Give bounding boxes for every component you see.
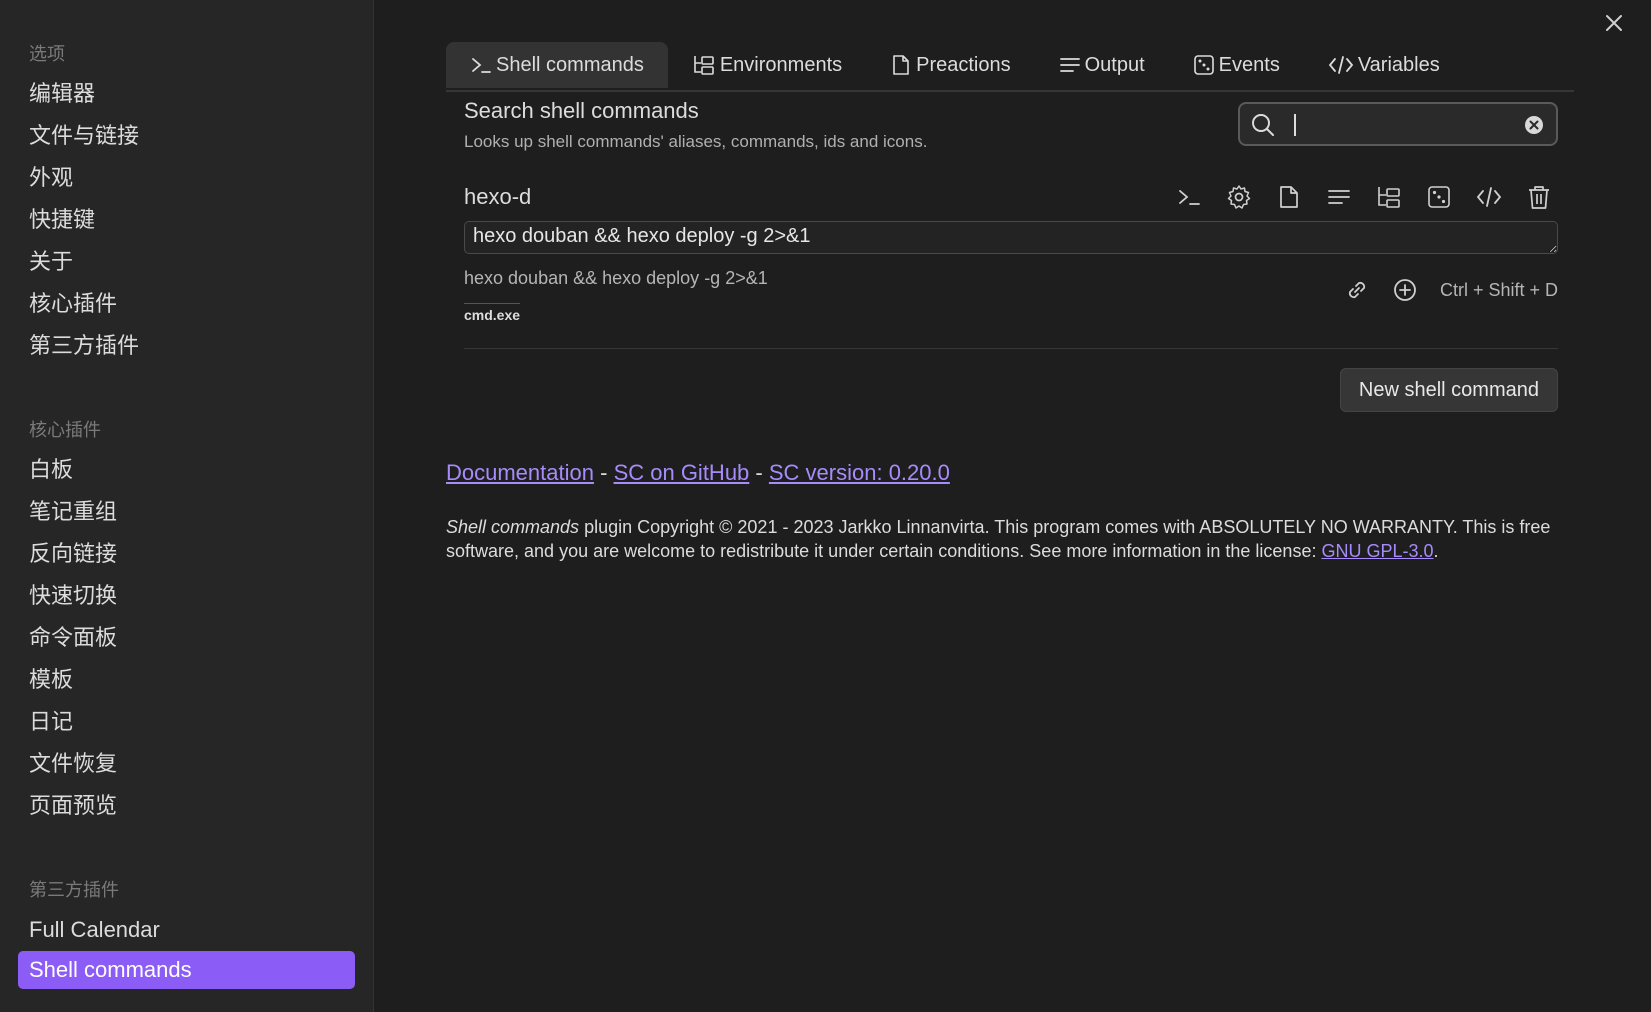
dice-icon <box>1193 55 1214 75</box>
terminal-icon <box>472 58 491 73</box>
sidebar-item-note-composer[interactable]: 笔记重组 <box>18 491 355 533</box>
shell-name: cmd.exe <box>464 303 521 323</box>
sidebar-heading-core-plugins: 核心插件 <box>29 420 101 440</box>
sidebar-item-appearance[interactable]: 外观 <box>18 157 355 199</box>
documentation-link[interactable]: Documentation <box>446 460 594 485</box>
copyright-notice: Shell commands plugin Copyright © 2021 -… <box>446 515 1566 563</box>
sidebar-heading-options: 选项 <box>29 44 65 64</box>
dice-icon[interactable] <box>1426 184 1452 210</box>
tab-label: Output <box>1084 53 1145 76</box>
plus-circle-icon[interactable] <box>1392 277 1418 303</box>
period: . <box>1433 541 1439 561</box>
file-icon[interactable] <box>1276 184 1302 210</box>
tab-environments[interactable]: Environments <box>668 42 866 88</box>
terminal-icon[interactable] <box>1176 184 1202 210</box>
sidebar-item-full-calendar[interactable]: Full Calendar <box>18 909 355 951</box>
sidebar-item-daily-notes[interactable]: 日记 <box>18 701 355 743</box>
sidebar-item-backlinks[interactable]: 反向链接 <box>18 533 355 575</box>
search-input[interactable] <box>1238 102 1558 146</box>
hotkey-label: Ctrl + Shift + D <box>1439 279 1558 300</box>
code-icon <box>1328 56 1353 74</box>
command-alias: hexo-d <box>464 184 532 209</box>
tab-label: Preactions <box>916 53 1011 76</box>
sidebar-item-file-recovery[interactable]: 文件恢复 <box>18 743 355 785</box>
search-icon <box>1252 114 1274 136</box>
tab-label: Events <box>1218 53 1280 76</box>
sidebar-heading-community-plugins: 第三方插件 <box>29 880 119 900</box>
settings-sidebar: 选项 编辑器 文件与链接 外观 快捷键 关于 核心插件 第三方插件 核心插件 白… <box>0 0 374 1012</box>
align-left-icon[interactable] <box>1326 184 1352 210</box>
sidebar-item-about[interactable]: 关于 <box>18 241 355 283</box>
command-actions: Ctrl + Shift + D <box>1344 277 1558 303</box>
folder-tree-icon[interactable] <box>1376 184 1402 210</box>
tab-shell-commands[interactable]: Shell commands <box>446 42 668 88</box>
license-link[interactable]: GNU GPL-3.0 <box>1321 541 1433 561</box>
sidebar-item-editor[interactable]: 编辑器 <box>18 73 355 115</box>
align-left-icon <box>1059 58 1080 72</box>
github-link[interactable]: SC on GitHub <box>614 460 750 485</box>
footer-links: Documentation - SC on GitHub - SC versio… <box>446 460 950 486</box>
search-setting-title: Search shell commands <box>464 98 699 123</box>
search-setting-description: Looks up shell commands' aliases, comman… <box>464 132 928 151</box>
tab-label: Variables <box>1357 53 1440 76</box>
tab-output[interactable]: Output <box>1035 42 1169 88</box>
sidebar-item-canvas[interactable]: 白板 <box>18 449 355 491</box>
separator: - <box>755 460 763 485</box>
tab-label: Shell commands <box>496 53 644 76</box>
sidebar-item-page-preview[interactable]: 页面预览 <box>18 785 355 827</box>
folder-tree-icon <box>694 56 714 75</box>
command-preview: hexo douban && hexo deploy -g 2>&1 <box>464 268 768 288</box>
trash-icon[interactable] <box>1526 184 1552 210</box>
file-icon <box>893 55 909 75</box>
tab-events[interactable]: Events <box>1169 42 1304 88</box>
sidebar-item-quick-switcher[interactable]: 快速切换 <box>18 575 355 617</box>
sidebar-item-command-palette[interactable]: 命令面板 <box>18 617 355 659</box>
tab-preactions[interactable]: Preactions <box>866 42 1035 88</box>
shell-command-textarea[interactable]: hexo douban && hexo deploy -g 2>&1 <box>464 221 1558 254</box>
tab-variables[interactable]: Variables <box>1304 42 1464 88</box>
separator: - <box>600 460 608 485</box>
sidebar-item-core-plugins[interactable]: 核心插件 <box>18 283 355 325</box>
version-link[interactable]: SC version: 0.20.0 <box>769 460 950 485</box>
sidebar-item-shell-commands[interactable]: Shell commands <box>18 951 355 989</box>
settings-content: Shell commands Environments Preactions O… <box>374 0 1651 1012</box>
shell-command-row: hexo-d <box>464 178 1558 218</box>
link-icon[interactable] <box>1344 277 1370 303</box>
sidebar-item-community-plugins[interactable]: 第三方插件 <box>18 325 355 367</box>
sidebar-item-templates[interactable]: 模板 <box>18 659 355 701</box>
code-icon[interactable] <box>1476 184 1502 210</box>
divider <box>464 348 1558 349</box>
sidebar-item-hotkeys[interactable]: 快捷键 <box>18 199 355 241</box>
tab-bar: Shell commands Environments Preactions O… <box>446 42 1574 92</box>
sidebar-item-files-links[interactable]: 文件与链接 <box>18 115 355 157</box>
close-icon[interactable] <box>1603 12 1625 34</box>
new-shell-command-button[interactable]: New shell command <box>1339 368 1558 412</box>
plugin-name: Shell commands <box>446 517 580 537</box>
tab-label: Environments <box>719 53 843 76</box>
gear-icon[interactable] <box>1226 184 1252 210</box>
text-cursor <box>1294 114 1296 136</box>
clear-icon[interactable] <box>1524 115 1544 135</box>
